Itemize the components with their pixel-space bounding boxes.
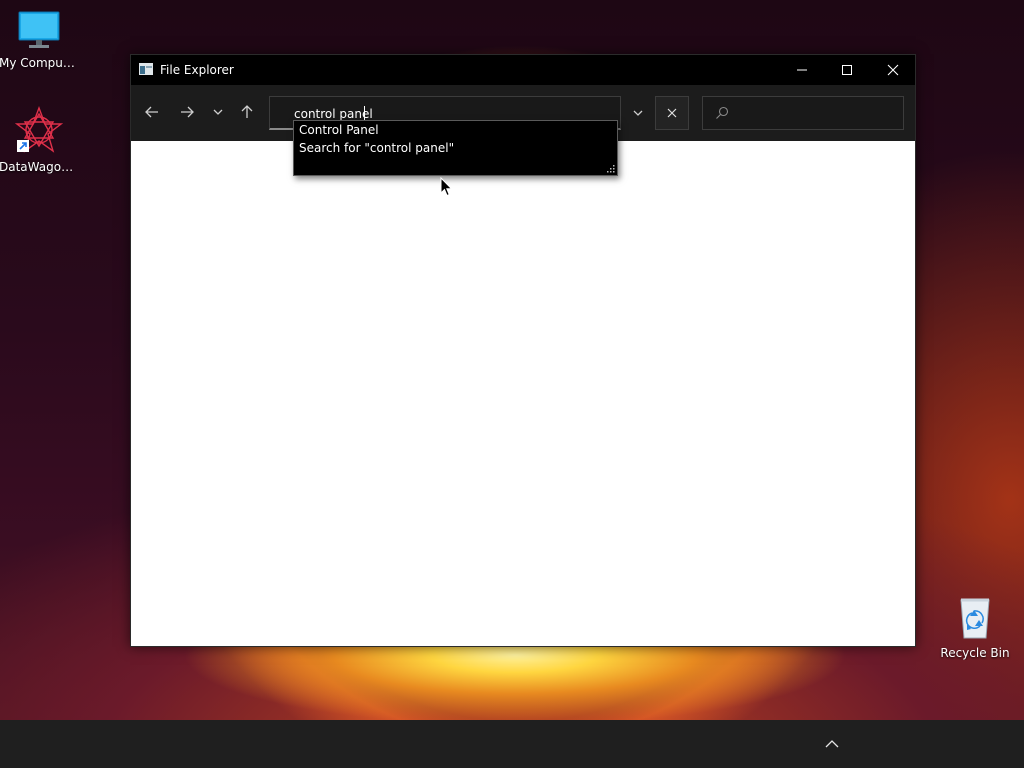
desktop-icon-label: My Computer: [0, 56, 79, 70]
minimize-icon: [797, 69, 807, 71]
desktop-icon-label: Recycle Bin: [940, 646, 1010, 660]
desktop-icon-recycle-bin[interactable]: Recycle Bin: [935, 596, 1015, 660]
minimize-button[interactable]: [779, 55, 825, 85]
search-icon: [716, 106, 729, 119]
recent-locations-button[interactable]: [205, 99, 231, 125]
show-hidden-icons-button[interactable]: [820, 732, 844, 756]
up-button[interactable]: [234, 99, 260, 125]
recycle-bin-icon: [960, 598, 990, 639]
suggestion-search-control-panel[interactable]: Search for "control panel": [299, 141, 454, 159]
address-history-button[interactable]: [621, 96, 655, 130]
maximize-icon: [842, 65, 852, 75]
chevron-up-icon: [825, 740, 839, 748]
taskbar: [0, 720, 1024, 768]
resize-grip-icon[interactable]: [607, 165, 615, 173]
close-button[interactable]: [870, 55, 916, 85]
mouse-cursor-icon: [440, 177, 453, 197]
datawagon-icon: [14, 106, 64, 153]
arrow-up-icon: [241, 105, 253, 118]
clear-address-button[interactable]: [655, 96, 689, 130]
desktop-icon-datawagon[interactable]: DataWagon...: [0, 106, 79, 174]
chevron-down-icon: [633, 110, 643, 116]
desktop-icon-label: DataWagon...: [0, 160, 79, 174]
file-list-pane[interactable]: [131, 141, 915, 646]
desktop-icon-my-computer[interactable]: My Computer: [0, 10, 79, 70]
window-title: File Explorer: [160, 63, 234, 77]
suggestion-control-panel[interactable]: Control Panel: [299, 123, 379, 141]
monitor-icon: [18, 11, 60, 48]
forward-button[interactable]: [174, 99, 200, 125]
search-input[interactable]: [735, 105, 895, 123]
close-icon: [887, 64, 899, 76]
file-explorer-icon: [139, 63, 153, 75]
chevron-down-icon: [213, 109, 223, 115]
title-bar[interactable]: File Explorer: [131, 55, 915, 85]
search-box[interactable]: [702, 96, 904, 130]
address-suggestions: Control Panel Search for "control panel": [293, 120, 618, 176]
arrow-right-icon: [181, 106, 194, 118]
back-button[interactable]: [139, 99, 165, 125]
arrow-left-icon: [145, 106, 158, 118]
close-icon: [667, 108, 677, 118]
text-caret: [364, 106, 365, 121]
maximize-button[interactable]: [824, 55, 870, 85]
